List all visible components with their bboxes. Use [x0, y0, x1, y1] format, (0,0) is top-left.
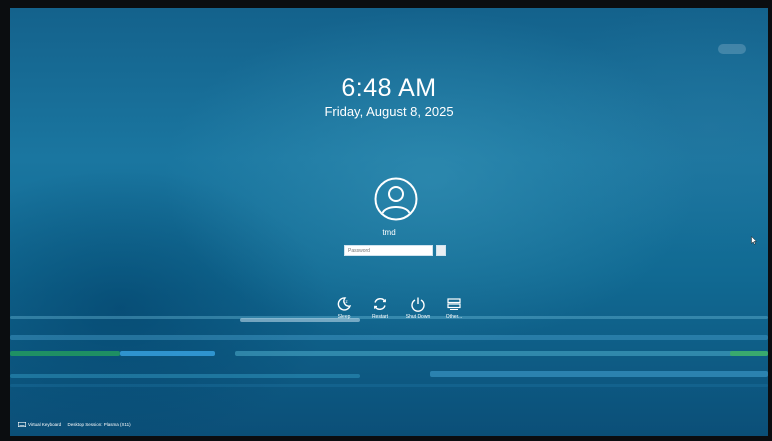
login-screen: 6:48 AM Friday, August 8, 2025 tmd z Sle…	[10, 8, 768, 436]
shutdown-button[interactable]: Shut Down	[400, 296, 436, 320]
restart-icon	[374, 298, 386, 310]
display-artifact	[10, 384, 768, 387]
sleep-button[interactable]: z Sleep	[326, 296, 362, 320]
username-label: tmd	[382, 228, 396, 237]
blurred-indicator	[718, 44, 746, 54]
user-avatar-icon[interactable]	[374, 177, 418, 221]
restart-label: Restart	[371, 314, 389, 320]
display-artifact	[10, 374, 360, 378]
sleep-label: Sleep	[337, 314, 351, 320]
login-button[interactable]	[436, 245, 446, 256]
bottom-bar: Virtual Keyboard Desktop Session: Plasma…	[18, 422, 136, 428]
date-label: Friday, August 8, 2025	[324, 104, 454, 119]
shutdown-label: Shut Down	[405, 314, 431, 320]
password-input[interactable]	[344, 245, 433, 256]
virtual-keyboard-button[interactable]: Virtual Keyboard	[18, 422, 62, 428]
clock: 6:48 AM	[341, 74, 437, 102]
other-label: Other...	[445, 314, 463, 320]
display-artifact	[120, 351, 215, 356]
power-icon	[411, 297, 425, 312]
mouse-cursor-icon	[751, 232, 758, 250]
sleep-icon: z	[337, 297, 352, 311]
other-button[interactable]: Other...	[436, 296, 472, 320]
display-artifact	[10, 351, 120, 356]
display-artifact	[10, 335, 768, 340]
virtual-keyboard-label: Virtual Keyboard	[28, 422, 62, 428]
keyboard-icon	[18, 422, 26, 428]
monitor-frame: 6:48 AM Friday, August 8, 2025 tmd z Sle…	[0, 0, 772, 441]
session-selector[interactable]: Desktop Session: Plasma (X11)	[67, 422, 130, 427]
restart-button[interactable]: Restart	[362, 296, 398, 320]
display-artifact	[235, 351, 768, 356]
display-artifact	[430, 371, 768, 377]
display-artifact	[730, 351, 768, 356]
switch-user-icon	[447, 298, 461, 310]
svg-text:z: z	[346, 299, 348, 304]
